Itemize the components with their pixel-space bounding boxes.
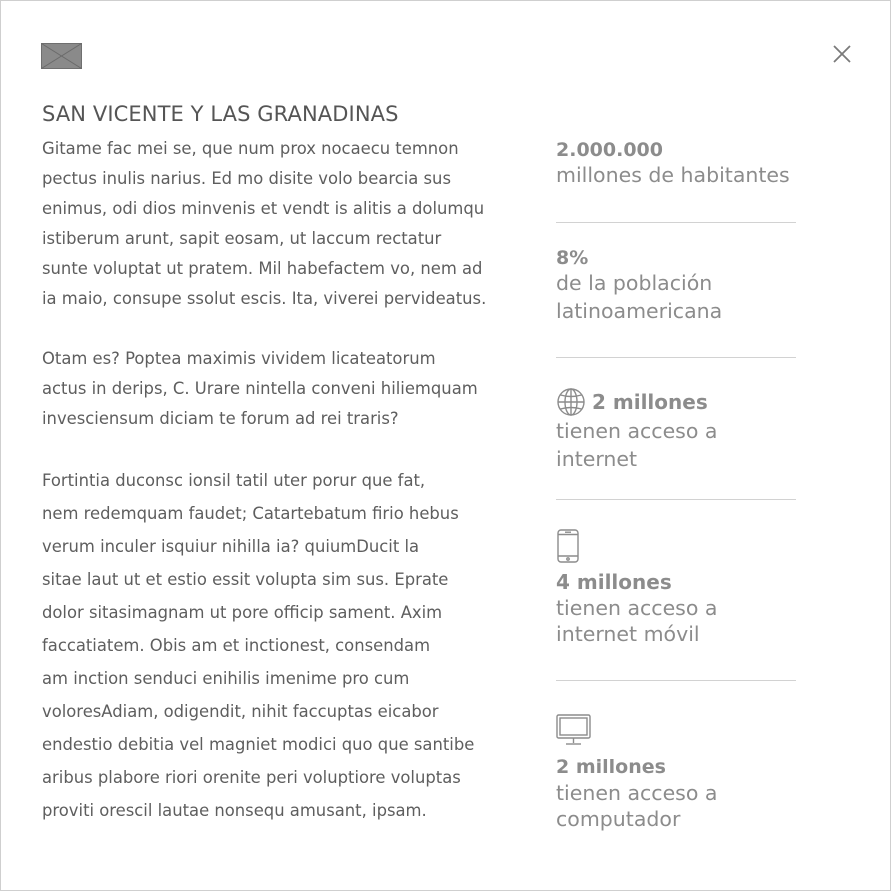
- text-line: istiberum arunt, sapit eosam, ut laccum …: [42, 229, 442, 248]
- stat-desc: computador: [556, 807, 681, 831]
- text-line: am inction senduci enihilis imenime pro …: [42, 669, 410, 688]
- stat-head: 2 millones: [556, 387, 816, 417]
- desktop-computer-icon: [556, 714, 591, 745]
- stat-divider: [556, 357, 796, 358]
- stat-desc: millones de habitantes: [556, 163, 790, 187]
- text-line: ia maio, consupe ssolut escis. Ita, vive…: [42, 289, 487, 308]
- stat-desc: tienen acceso a: [556, 781, 718, 805]
- stat-desc: internet: [556, 447, 638, 471]
- stat-desc: tienen acceso a: [556, 419, 718, 443]
- smartphone-icon: [557, 529, 579, 563]
- text-line: enimus, odi dios minvenis et vendt is al…: [42, 199, 485, 218]
- stat-latam-share: 8% de la población latinoamericana: [556, 247, 816, 325]
- globe-icon: [557, 388, 585, 416]
- stat-value: 2.000.000: [556, 139, 663, 161]
- stat-population: 2.000.000 millones de habitantes: [556, 139, 816, 189]
- text-line: sunte voluptat ut pratem. Mil habefactem…: [42, 259, 483, 278]
- stat-desc: tienen acceso a: [556, 596, 718, 620]
- stat-divider: [556, 222, 796, 223]
- text-line: proviti orescil lautae nonsequ amusant, …: [42, 801, 427, 820]
- text-line: Fortintia duconsc ionsil tatil uter poru…: [42, 471, 426, 490]
- text-line: nem redemquam faudet; Catartebatum firio…: [42, 504, 459, 523]
- stat-value: 8%: [556, 247, 589, 269]
- stat-value: 2 millones: [592, 390, 708, 414]
- stat-desc: latinoamericana: [556, 299, 723, 323]
- text-line: aribus plabore riori orenite peri volupt…: [42, 768, 461, 787]
- paragraph-1: Gitame fac mei se, que num prox nocaecu …: [42, 134, 522, 314]
- stat-divider: [556, 499, 796, 500]
- country-info-modal: SAN VICENTE Y LAS GRANADINAS Gitame fac …: [0, 0, 891, 891]
- country-title: SAN VICENTE Y LAS GRANADINAS: [42, 102, 399, 126]
- close-icon[interactable]: [829, 41, 855, 67]
- text-line: faccatiatem. Obis am et inctionest, cons…: [42, 636, 431, 655]
- text-line: dolor sitasimagnam ut pore officip samen…: [42, 603, 443, 622]
- text-line: actus in derips, C. Urare nintella conve…: [42, 379, 478, 398]
- stat-divider: [556, 680, 796, 681]
- stat-internet: 2 millones tienen acceso a internet: [556, 387, 816, 473]
- text-line: sitae laut ut et estio essit volupta sim…: [42, 570, 449, 589]
- stat-desc: de la población: [556, 271, 713, 295]
- text-line: invesciensum diciam te forum ad rei trar…: [42, 409, 399, 428]
- paragraph-3: Fortintia duconsc ionsil tatil uter poru…: [42, 464, 522, 827]
- paragraph-2: Otam es? Poptea maximis vividem licateat…: [42, 344, 522, 434]
- text-line: voloresAdiam, odigendit, nihit faccuptas…: [42, 702, 439, 721]
- text-line: Otam es? Poptea maximis vividem licateat…: [42, 349, 436, 368]
- text-line: verum inculer isquiur nihilla ia? quiumD…: [42, 537, 420, 556]
- stat-computer: 2 millones tienen acceso a computador: [556, 714, 816, 832]
- stat-desc: internet móvil: [556, 622, 700, 646]
- text-line: pectus inulis narius. Ed mo disite volo …: [42, 169, 451, 188]
- text-line: Gitame fac mei se, que num prox nocaecu …: [42, 139, 459, 158]
- text-line: endestio debitia vel magniet modici quo …: [42, 735, 475, 754]
- flag-placeholder-icon: [41, 43, 82, 69]
- stat-value: 4 millones: [556, 570, 672, 594]
- stat-mobile: 4 millones tienen acceso a internet móvi…: [556, 529, 816, 647]
- stat-value: 2 millones: [556, 756, 666, 778]
